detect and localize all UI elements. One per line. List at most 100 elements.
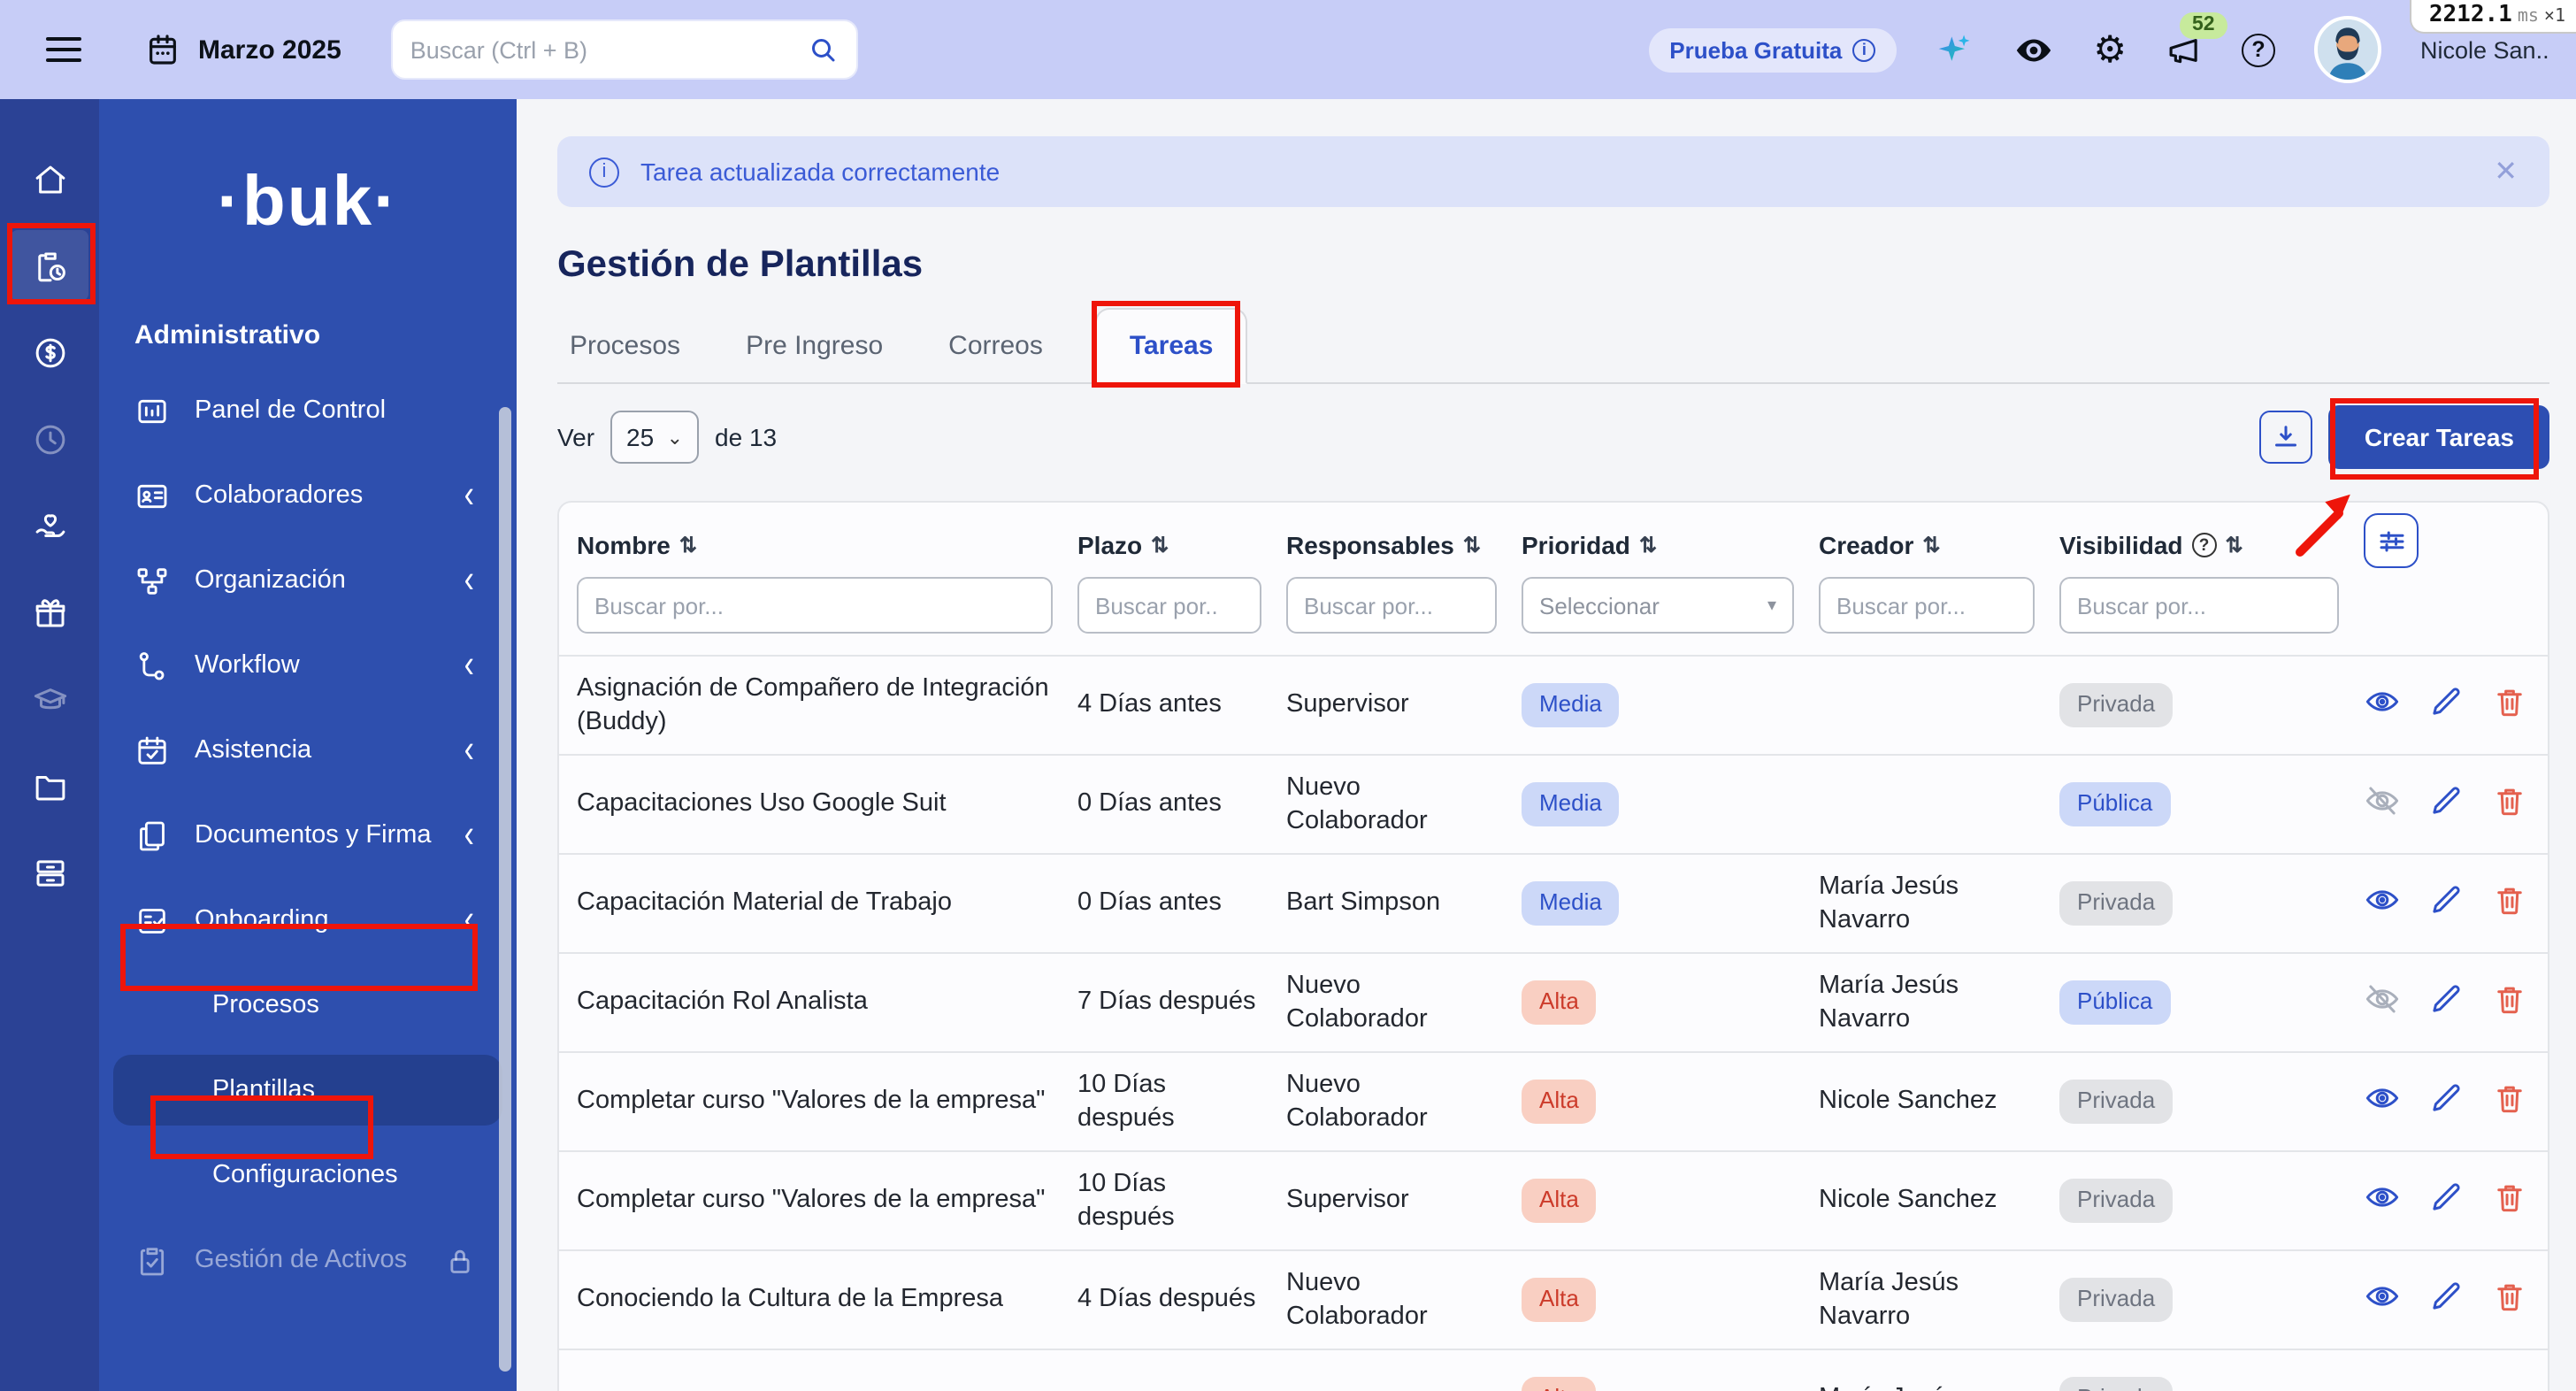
delete-trash-icon[interactable] <box>2491 1179 2528 1223</box>
rail-item-home[interactable] <box>11 143 88 214</box>
view-eye-off-icon[interactable] <box>2364 782 2401 826</box>
view-eye-icon[interactable] <box>2364 1179 2401 1223</box>
edit-pencil-icon[interactable] <box>2427 782 2465 826</box>
view-eye-off-icon[interactable] <box>2364 980 2401 1025</box>
rail-item-dollar[interactable] <box>11 317 88 388</box>
period-label[interactable]: Marzo 2025 <box>198 35 341 65</box>
rail-item-folder[interactable] <box>11 750 88 821</box>
calendar-icon[interactable] <box>145 32 180 67</box>
user-name[interactable]: Nicole San... <box>2420 36 2548 63</box>
user-avatar[interactable] <box>2314 16 2381 83</box>
sidebar-item-organizaci-n[interactable]: Organización‹ <box>99 545 502 616</box>
chevron-left-icon: ‹ <box>464 557 474 603</box>
sidebar-item-onboarding[interactable]: Onboarding‹ <box>99 885 502 956</box>
filter-select-prioridad[interactable]: Seleccionar▾ <box>1522 577 1794 634</box>
cell-visibilidad: Privada <box>2059 1080 2364 1124</box>
sidebar-scrollbar[interactable] <box>499 407 511 1372</box>
sliders-icon <box>2375 525 2407 557</box>
sidebar-item-panel-de-control[interactable]: Panel de Control <box>99 375 502 446</box>
delete-trash-icon[interactable] <box>2491 1080 2528 1124</box>
cell-visibilidad: Pública <box>2059 980 2364 1025</box>
ai-sparkle-icon[interactable] <box>1936 30 1974 69</box>
edit-pencil-icon[interactable] <box>2427 1080 2465 1124</box>
help-icon[interactable]: ? <box>2242 33 2275 66</box>
banner-close-icon[interactable]: ✕ <box>2494 154 2518 189</box>
edit-pencil-icon[interactable] <box>2427 1179 2465 1223</box>
view-eye-icon[interactable] <box>2364 1080 2401 1124</box>
tab-correos[interactable]: Correos <box>948 310 1043 382</box>
filter-input-nombre[interactable] <box>577 577 1053 634</box>
visibility-badge: Pública <box>2059 782 2170 826</box>
filter-input-responsables[interactable] <box>1286 577 1497 634</box>
cell-prioridad: Alta <box>1522 980 1819 1025</box>
sidebar-item-configuraciones[interactable]: Configuraciones <box>99 1140 502 1210</box>
rail-item-gift[interactable] <box>11 577 88 648</box>
cell-responsables: Supervisor <box>1286 688 1522 722</box>
sidebar-item-documentos-y-firma[interactable]: Documentos y Firma‹ <box>99 800 502 871</box>
tab-tareas[interactable]: Tareas <box>1096 308 1247 384</box>
view-eye-icon[interactable] <box>2364 881 2401 926</box>
edit-pencil-icon[interactable] <box>2427 881 2465 926</box>
rail-item-graduation-cap[interactable] <box>11 664 88 734</box>
priority-badge: Media <box>1522 881 1620 926</box>
filter-input-plazo[interactable] <box>1077 577 1261 634</box>
sort-icon[interactable]: ⇅ <box>1639 533 1657 557</box>
priority-badge: Media <box>1522 683 1620 727</box>
per-page-label: Ver <box>557 423 594 451</box>
view-eye-icon[interactable] <box>2364 1278 2401 1322</box>
gift-icon <box>31 594 68 631</box>
tab-procesos[interactable]: Procesos <box>570 310 680 382</box>
notification-count-badge[interactable]: 52 <box>2180 12 2227 39</box>
sort-icon[interactable]: ⇅ <box>2226 533 2243 557</box>
page-size-value: 25 <box>626 423 654 451</box>
sort-icon[interactable]: ⇅ <box>1151 533 1169 557</box>
rail-item-drawer[interactable] <box>11 837 88 908</box>
topbar: Marzo 2025 Prueba Gratuita i ⚙ 52 ? <box>0 0 2576 99</box>
trial-label: Prueba Gratuita <box>1669 36 1842 63</box>
table-row: Capacitaciones Uso Google Suit0 Días ant… <box>559 756 2548 855</box>
edit-pencil-icon[interactable] <box>2427 683 2465 727</box>
chevron-left-icon: ‹ <box>464 812 474 858</box>
filter-input-visibilidad[interactable] <box>2059 577 2339 634</box>
sidebar-item-workflow[interactable]: Workflow‹ <box>99 630 502 701</box>
sidebar-item-gesti-n-de-activos[interactable]: Gestión de Activos <box>99 1225 502 1295</box>
search-input[interactable] <box>410 36 807 63</box>
rail-item-clock[interactable] <box>11 403 88 474</box>
delete-trash-icon[interactable] <box>2491 782 2528 826</box>
column-label: Creador <box>1819 531 1913 559</box>
sidebar-item-plantillas[interactable]: Plantillas <box>113 1055 502 1126</box>
edit-pencil-icon[interactable] <box>2427 980 2465 1025</box>
page-size-select[interactable]: 25 ⌄ <box>610 411 699 464</box>
delete-trash-icon[interactable] <box>2491 1278 2528 1322</box>
sidebar-item-asistencia[interactable]: Asistencia‹ <box>99 715 502 786</box>
delete-trash-icon[interactable] <box>2491 980 2528 1025</box>
table-row: Capacitación Rol Analista7 Días despuésN… <box>559 954 2548 1053</box>
search-icon[interactable] <box>807 34 839 65</box>
priority-badge: Alta <box>1522 980 1597 1025</box>
hamburger-menu-icon[interactable] <box>46 37 81 62</box>
download-button[interactable] <box>2260 411 2313 464</box>
create-tasks-button[interactable]: Crear Tareas <box>2329 405 2549 469</box>
delete-trash-icon[interactable] <box>2491 881 2528 926</box>
rail-item-hand-heart[interactable] <box>11 490 88 561</box>
announcements-icon[interactable]: 52 <box>2166 31 2203 68</box>
sidebar-item-colaboradores[interactable]: Colaboradores‹ <box>99 460 502 531</box>
delete-trash-icon[interactable] <box>2491 683 2528 727</box>
filter-input-creador[interactable] <box>1819 577 2035 634</box>
sort-icon[interactable]: ⇅ <box>1463 533 1481 557</box>
view-eye-icon[interactable] <box>2364 683 2401 727</box>
help-icon[interactable]: ? <box>2192 533 2217 557</box>
global-search[interactable] <box>391 19 858 80</box>
trial-badge[interactable]: Prueba Gratuita i <box>1648 27 1897 72</box>
performance-overlay: 2212.1 ms ×1 <box>2410 0 2576 34</box>
edit-pencil-icon[interactable] <box>2427 1278 2465 1322</box>
column-settings-button[interactable] <box>2364 513 2419 568</box>
settings-gear-icon[interactable]: ⚙ <box>2093 31 2127 68</box>
rail-item-clipboard-clock[interactable] <box>11 230 88 301</box>
eye-watch-icon[interactable] <box>2013 29 2054 70</box>
sort-icon[interactable]: ⇅ <box>1922 533 1940 557</box>
perf-unit: ms <box>2518 7 2539 27</box>
sidebar-item-procesos[interactable]: Procesos <box>99 970 502 1041</box>
sort-icon[interactable]: ⇅ <box>679 533 697 557</box>
tab-pre-ingreso[interactable]: Pre Ingreso <box>746 310 883 382</box>
